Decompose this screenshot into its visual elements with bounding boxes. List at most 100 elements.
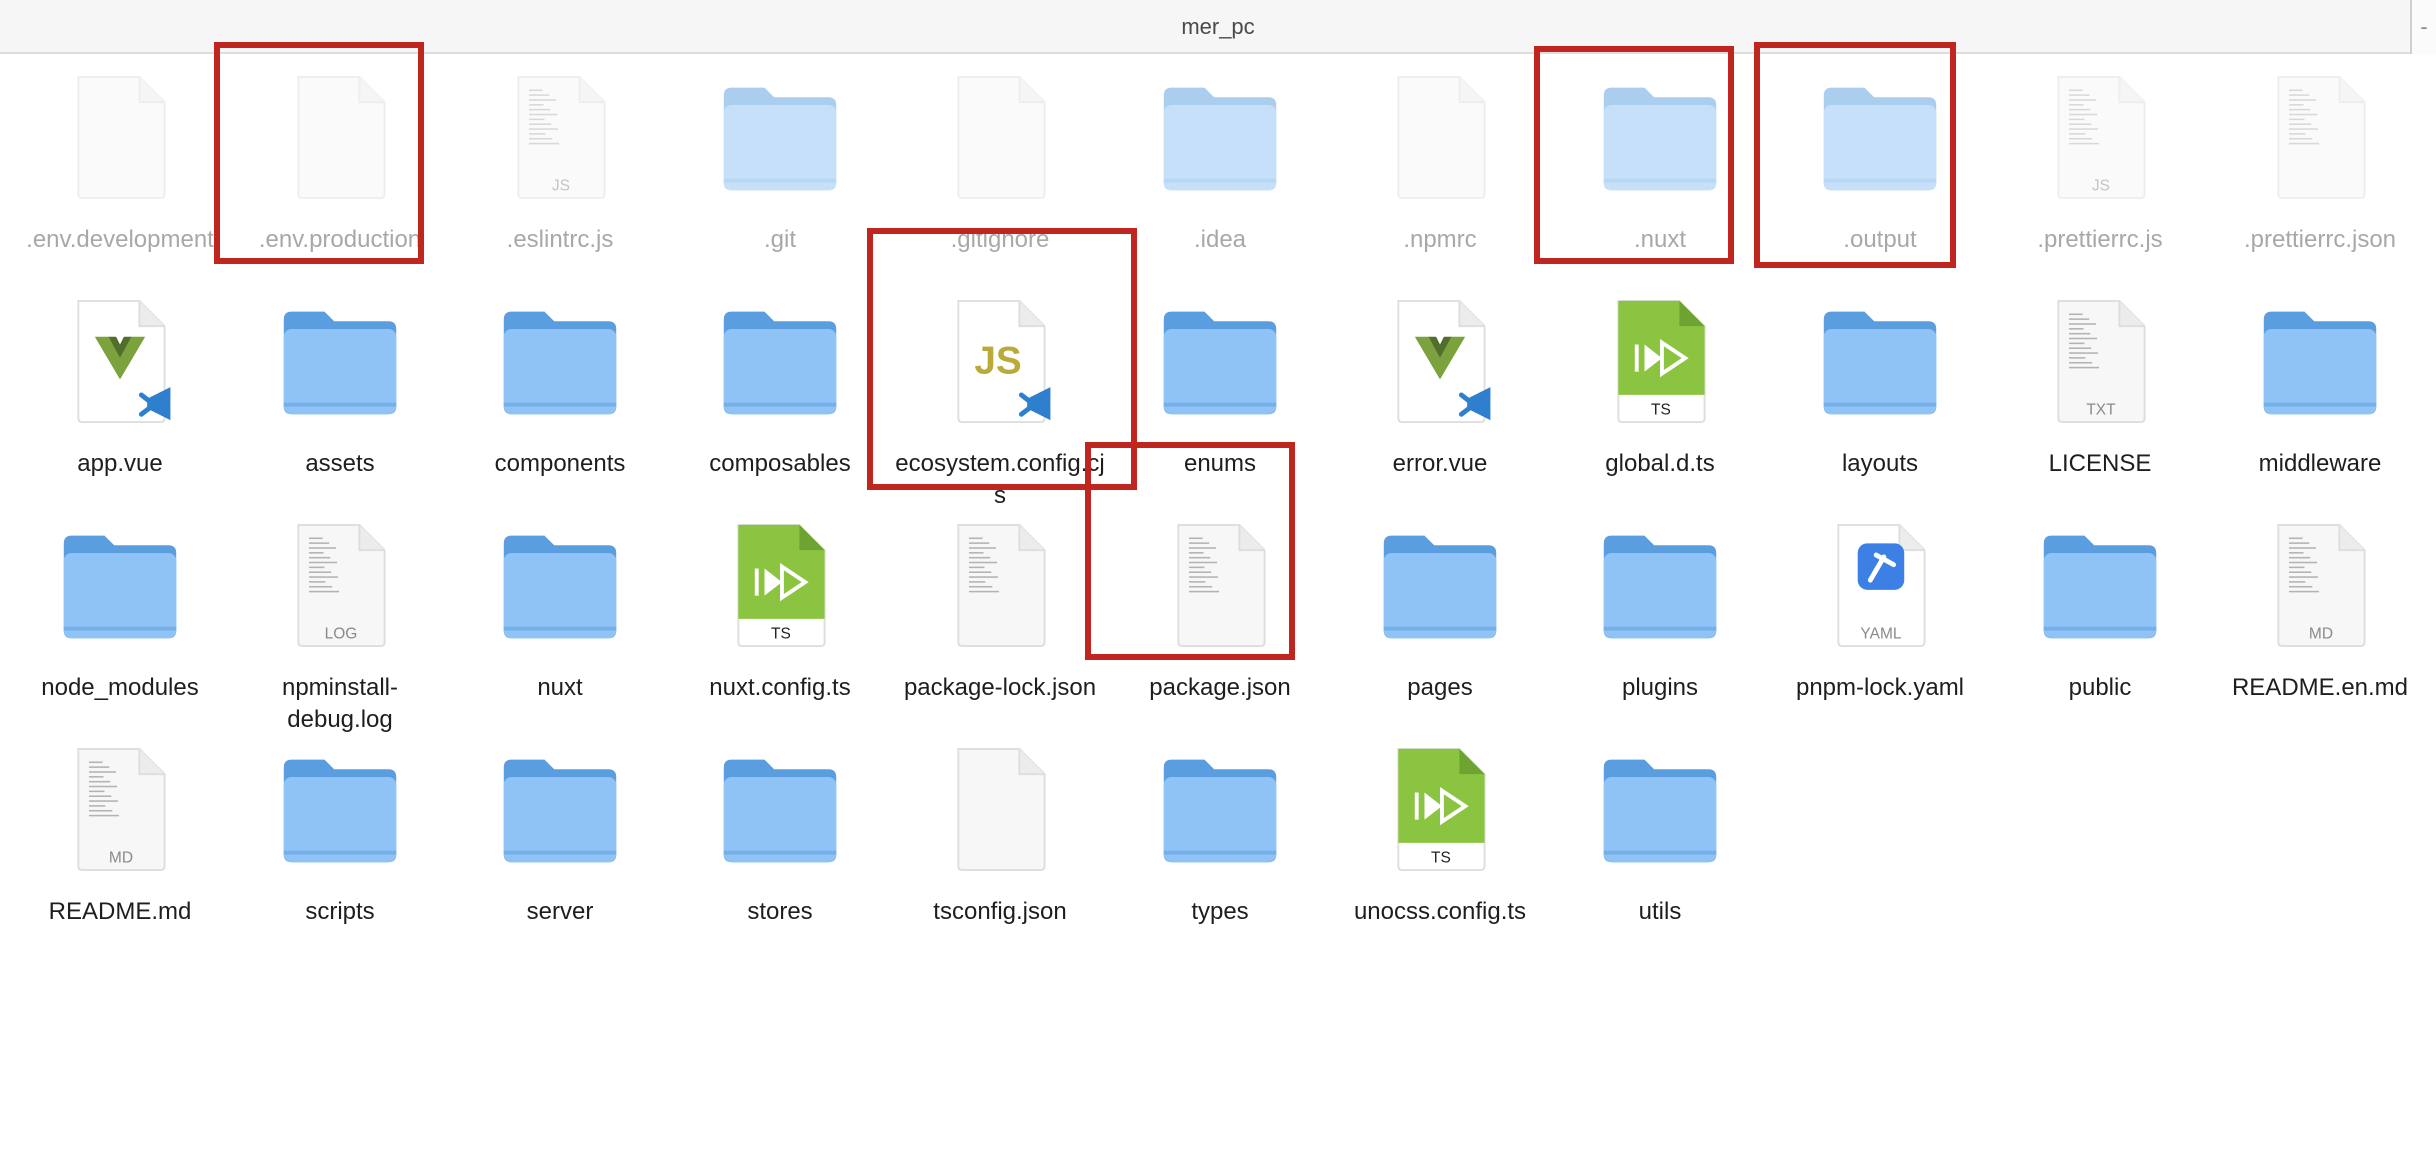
item-name: package-lock.json bbox=[903, 674, 1097, 701]
folder-icon bbox=[2040, 522, 2160, 648]
folder-item-types[interactable]: types bbox=[1110, 726, 1330, 950]
file-item-dot-eslintrc-js[interactable]: JS .eslintrc.js bbox=[450, 54, 670, 278]
file-type-tag: MD bbox=[2309, 625, 2333, 642]
item-name: composables bbox=[709, 450, 851, 477]
item-name: app.vue bbox=[77, 450, 163, 477]
file-item-npminstall-debug-log[interactable]: LOG npminstall-debug.log bbox=[230, 502, 450, 733]
folder-icon bbox=[1160, 74, 1280, 200]
item-name: public bbox=[2068, 674, 2132, 701]
file-type-tag: YAML bbox=[1860, 625, 1901, 642]
file-type-tag: MD bbox=[109, 849, 133, 866]
text-file-icon: MD bbox=[2260, 522, 2380, 648]
folder-icon bbox=[60, 522, 180, 648]
text-file-icon: LOG bbox=[280, 522, 400, 648]
item-name: README.md bbox=[48, 898, 192, 925]
vue-file-icon bbox=[60, 298, 180, 424]
typescript-file-icon: TS bbox=[1380, 746, 1500, 872]
file-type-tag: LOG bbox=[325, 625, 358, 642]
item-name: .env.development bbox=[26, 226, 214, 253]
file-item-pnpm-lock-yaml[interactable]: YAML pnpm-lock.yaml bbox=[1770, 502, 1990, 726]
document-icon bbox=[60, 74, 180, 200]
folder-item-scripts[interactable]: scripts bbox=[230, 726, 450, 950]
folder-icon bbox=[1820, 298, 1940, 424]
file-item-nuxt-config-ts[interactable]: TS nuxt.config.ts bbox=[670, 502, 890, 726]
file-item-tsconfig-json[interactable]: tsconfig.json bbox=[890, 726, 1110, 950]
text-file-icon: JS bbox=[500, 74, 620, 200]
folder-icon bbox=[720, 746, 840, 872]
file-item-app-vue[interactable]: app.vue bbox=[10, 278, 230, 502]
folder-item-middleware[interactable]: middleware bbox=[2210, 278, 2430, 502]
highlight-box-package-json bbox=[1085, 442, 1295, 660]
item-name: .git bbox=[763, 226, 796, 253]
folder-icon bbox=[1600, 746, 1720, 872]
item-name: error.vue bbox=[1392, 450, 1488, 477]
folder-item-public[interactable]: public bbox=[1990, 502, 2210, 726]
item-name: nuxt.config.ts bbox=[709, 674, 851, 701]
file-type-tag: JS bbox=[552, 177, 570, 194]
folder-item-node-modules[interactable]: node_modules bbox=[10, 502, 230, 726]
folder-item-layouts[interactable]: layouts bbox=[1770, 278, 1990, 502]
folder-item-stores[interactable]: stores bbox=[670, 726, 890, 950]
item-name: .prettierrc.js bbox=[2037, 226, 2163, 253]
folder-icon bbox=[1380, 522, 1500, 648]
folder-item-assets[interactable]: assets bbox=[230, 278, 450, 502]
folder-item-dot-git[interactable]: .git bbox=[670, 54, 890, 278]
folder-item-components[interactable]: components bbox=[450, 278, 670, 502]
window-title: mer_pc bbox=[1181, 14, 1255, 39]
document-icon bbox=[1380, 74, 1500, 200]
file-type-tag: TS bbox=[771, 625, 791, 642]
file-item-dot-prettierrc-json[interactable]: .prettierrc.json bbox=[2210, 54, 2430, 278]
folder-icon bbox=[1160, 298, 1280, 424]
folder-icon bbox=[280, 746, 400, 872]
file-type-tag: JS bbox=[2092, 177, 2110, 194]
item-name: scripts bbox=[305, 898, 375, 925]
item-name: .eslintrc.js bbox=[506, 226, 614, 253]
file-item-readme-md[interactable]: MD README.md bbox=[10, 726, 230, 950]
file-item-global-d-ts[interactable]: TS global.d.ts bbox=[1550, 278, 1770, 502]
file-item-unocss-config-ts[interactable]: TS unocss.config.ts bbox=[1330, 726, 1550, 950]
file-item-dot-prettierrc-js[interactable]: JS .prettierrc.js bbox=[1990, 54, 2210, 278]
file-item-package-lock-json[interactable]: package-lock.json bbox=[890, 502, 1110, 726]
folder-item-nuxt[interactable]: nuxt bbox=[450, 502, 670, 726]
document-icon bbox=[940, 74, 1060, 200]
folder-icon bbox=[2260, 298, 2380, 424]
vue-file-icon bbox=[1380, 298, 1500, 424]
item-name: middleware bbox=[2258, 450, 2382, 477]
file-type-tag: TXT bbox=[2086, 401, 2116, 418]
folder-icon bbox=[720, 74, 840, 200]
highlight-box-dot-output bbox=[1754, 42, 1956, 268]
folder-item-pages[interactable]: pages bbox=[1330, 502, 1550, 726]
text-file-icon bbox=[940, 522, 1060, 648]
file-item-error-vue[interactable]: error.vue bbox=[1330, 278, 1550, 502]
item-name: layouts bbox=[1841, 450, 1919, 477]
folder-icon bbox=[720, 298, 840, 424]
file-item-dot-env-development[interactable]: .env.development bbox=[10, 54, 230, 278]
folder-icon bbox=[1600, 522, 1720, 648]
highlight-box-dot-env-production bbox=[214, 42, 424, 264]
folder-item-composables[interactable]: composables bbox=[670, 278, 890, 502]
item-name: node_modules bbox=[41, 674, 199, 701]
highlight-box-dot-nuxt bbox=[1534, 46, 1734, 264]
item-name: nuxt bbox=[537, 674, 583, 701]
item-name: .prettierrc.json bbox=[2243, 226, 2397, 253]
item-name: types bbox=[1191, 898, 1249, 925]
item-name: utils bbox=[1638, 898, 1682, 925]
item-name: LICENSE bbox=[2048, 450, 2152, 477]
folder-item-dot-idea[interactable]: .idea bbox=[1110, 54, 1330, 278]
folder-item-plugins[interactable]: plugins bbox=[1550, 502, 1770, 726]
folder-item-utils[interactable]: utils bbox=[1550, 726, 1770, 950]
item-name: pages bbox=[1407, 674, 1473, 701]
window-edge-control[interactable]: - bbox=[2410, 0, 2436, 54]
item-name: pnpm-lock.yaml bbox=[1795, 674, 1965, 701]
item-name: unocss.config.ts bbox=[1353, 898, 1527, 925]
file-item-dot-npmrc[interactable]: .npmrc bbox=[1330, 54, 1550, 278]
yaml-file-icon: YAML bbox=[1820, 522, 1940, 648]
file-type-tag: TS bbox=[1431, 849, 1451, 866]
item-name: README.en.md bbox=[2231, 674, 2409, 701]
typescript-file-icon: TS bbox=[1600, 298, 1720, 424]
file-item-license[interactable]: TXT LICENSE bbox=[1990, 278, 2210, 502]
text-file-icon bbox=[2260, 74, 2380, 200]
text-file-icon: TXT bbox=[2040, 298, 2160, 424]
folder-item-server[interactable]: server bbox=[450, 726, 670, 950]
file-item-readme-en-md[interactable]: MD README.en.md bbox=[2210, 502, 2430, 726]
